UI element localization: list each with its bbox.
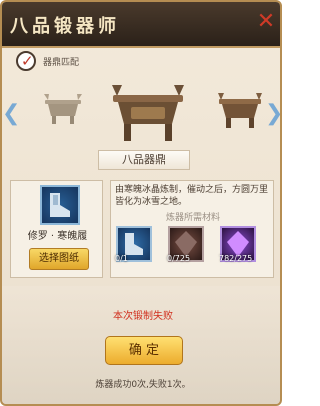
recipe-card: 由寒魄冰晶炼制，催动之后，方圆万里皆化为冰雪之地。 炼器所需材料 0/1 0/7… <box>110 180 274 278</box>
choose-blueprint-button[interactable]: 选择图纸 <box>29 248 89 270</box>
selected-cauldron-name: 八品器鼎 <box>98 150 190 170</box>
blueprint-card: 修罗 · 寒魄履 选择图纸 <box>10 180 103 278</box>
page-title: 八品锻器师 <box>10 16 120 37</box>
forge-result-message: 本次锻制失败 <box>113 311 173 322</box>
material-slot-2[interactable]: 0/725 <box>167 226 204 263</box>
cauldron-icon <box>218 93 262 128</box>
check-icon: ✓ <box>21 52 34 70</box>
close-button[interactable]: ✕ <box>255 11 277 33</box>
close-icon: ✕ <box>256 9 276 34</box>
materials-title: 炼器所需材料 <box>165 213 220 223</box>
material-count: 782/275 <box>219 254 253 263</box>
next-cauldron-button[interactable]: ❯ <box>265 100 282 128</box>
forging-panel: 八品锻器师 ✕ ✓ 器鼎匹配 ❮ ❯ 八品器鼎 修罗 · 寒魄履 选择图纸 由寒… <box>0 0 282 406</box>
cauldron-option-right[interactable] <box>216 91 264 129</box>
confirm-button[interactable]: 确 定 <box>105 336 183 365</box>
forge-stats: 炼器成功0次,失败1次。 <box>95 380 191 390</box>
material-slot-1[interactable]: 0/1 <box>115 226 152 263</box>
cauldron-match-label: 器鼎匹配 <box>43 58 80 68</box>
title-bar: 八品锻器师 ✕ <box>2 2 280 48</box>
chevron-left-icon: ❮ <box>2 101 21 126</box>
chevron-right-icon: ❯ <box>265 101 282 126</box>
item-name: 修罗 · 寒魄履 <box>27 231 88 242</box>
material-count: 0/725 <box>167 254 191 263</box>
cauldron-option-selected[interactable] <box>109 82 187 144</box>
material-count: 0/1 <box>115 254 128 263</box>
item-slot[interactable] <box>40 185 80 225</box>
item-description: 由寒魄冰晶炼制，催动之后，方圆万里皆化为冰雪之地。 <box>115 185 269 207</box>
cauldron-option-left[interactable] <box>42 92 84 126</box>
material-slot-3[interactable]: 782/275 <box>219 226 256 263</box>
cauldron-icon <box>112 85 184 141</box>
cauldron-icon <box>44 94 82 124</box>
previous-cauldron-button[interactable]: ❮ <box>2 100 20 128</box>
checkbox-icon[interactable]: ✓ <box>16 51 36 71</box>
boots-icon <box>50 193 70 217</box>
